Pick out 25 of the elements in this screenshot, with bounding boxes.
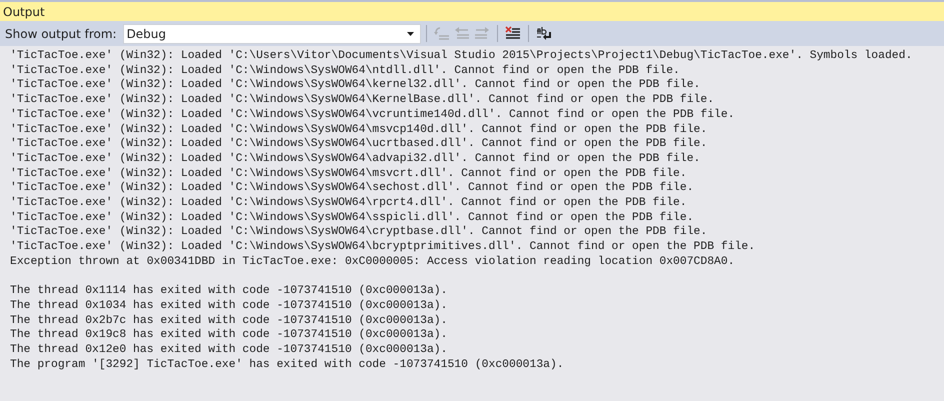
output-line: 'TicTacToe.exe' (Win32): Loaded 'C:\Windows\SysWOW64\KernelBase.dll'. Cannot find or open the PDB file. [10,93,714,108]
output-line: Exception thrown at 0x00341DBD in TicTacToe.exe: 0xC0000005: Access violation reading location 0x007CD8A0. [10,254,735,270]
output-line: The program '[3292] TicTacToe.exe' has exited with code -1073741510 (0xc000013a). [10,358,564,372]
output-line: 'TicTacToe.exe' (Win32): Loaded 'C:\Windows\SysWOW64\advapi32.dll'. Cannot find or open the PDB file. [10,152,700,167]
output-line: The thread 0x2b7c has exited with code -1073741510 (0xc000013a). [10,314,448,328]
output-line: 'TicTacToe.exe' (Win32): Loaded 'C:\Windows\SysWOW64\sechost.dll'. Cannot find or open the PDB file. [10,181,694,196]
output-line: 'TicTacToe.exe' (Win32): Loaded 'C:\Windows\SysWOW64\vcruntime140d.dll'. Cannot find or open the PDB file. [10,108,735,123]
output-line: 'TicTacToe.exe' (Win32): Loaded 'C:\Windows\SysWOW64\msvcp140d.dll'. Cannot find or open the PDB file. [10,122,708,138]
panel-title: Output [3,4,45,18]
output-line: 'TicTacToe.exe' (Win32): Loaded 'C:\Users\Vitor\Documents\Visual Studio 2015\Projects\Project1\Debug\TicTacToe.exe'. Symbols loaded. [10,49,912,64]
output-line: 'TicTacToe.exe' (Win32): Loaded 'C:\Windows\SysWOW64\bcryptprimitives.dll'. Cannot find or open the PDB file. [10,240,756,255]
output-line: The thread 0x19c8 has exited with code -1073741510 (0xc000013a). [10,328,448,344]
output-line: The thread 0x12e0 has exited with code -1073741510 (0xc000013a). [10,343,448,358]
output-line: The thread 0x1034 has exited with code -1073741510 (0xc000013a). [10,298,448,314]
output-line: 'TicTacToe.exe' (Win32): Loaded 'C:\Windows\SysWOW64\sspicli.dll'. Cannot find or open the PDB file. [10,210,694,226]
output-line: 'TicTacToe.exe' (Win32): Loaded 'C:\Windows\SysWOW64\kernel32.dll'. Cannot find or open the PDB file. [10,78,700,94]
output-line: The thread 0x1114 has exited with code -1073741510 (0xc000013a). [10,284,448,299]
output-line: 'TicTacToe.exe' (Win32): Loaded 'C:\Windows\SysWOW64\ucrtbased.dll'. Cannot find or open the PDB file. [10,137,708,152]
output-line: 'TicTacToe.exe' (Win32): Loaded 'C:\Windows\SysWOW64\rpcrt4.dll'. Cannot find or open the PDB file. [10,196,687,211]
caret-icon [406,32,414,36]
output-line: 'TicTacToe.exe' (Win32): Loaded 'C:\Windows\SysWOW64\msvcrt.dll'. Cannot find or open the PDB file. [10,166,687,182]
source-label: Show output from: [5,26,117,40]
output-line: 'TicTacToe.exe' (Win32): Loaded 'C:\Windows\SysWOW64\cryptbase.dll'. Cannot find or open the PDB file. [10,225,708,240]
output-line: 'TicTacToe.exe' (Win32): Loaded 'C:\Windows\SysWOW64\ntdll.dll'. Cannot find or open the PDB file. [10,64,680,78]
output-source-dropdown[interactable]: Debug [122,24,421,44]
